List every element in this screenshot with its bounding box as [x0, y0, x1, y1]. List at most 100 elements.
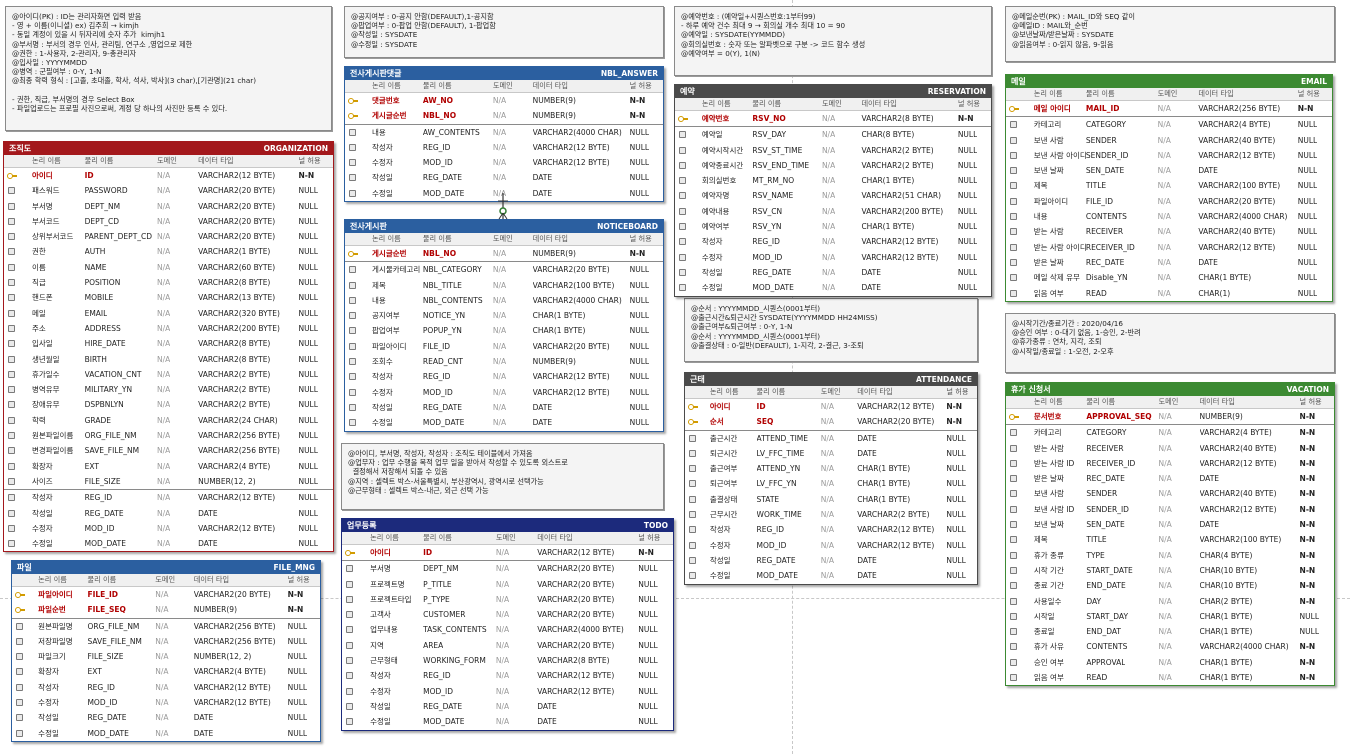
- table-row[interactable]: 메일 아이디 MAIL_ID N/A VARCHAR2(256 BYTE) N-N: [1006, 101, 1332, 116]
- table-row[interactable]: 조회수 READ_CNT N/A NUMBER(9) NULL: [345, 354, 663, 369]
- table-row[interactable]: 예약번호 RSV_NO N/A VARCHAR2(8 BYTE) N-N: [675, 111, 991, 126]
- table-row[interactable]: 이름 NAME N/A VARCHAR2(60 BYTE) NULL: [4, 260, 333, 275]
- table-row[interactable]: 예약여부 RSV_YN N/A CHAR(1 BYTE) NULL: [675, 219, 991, 234]
- table-row[interactable]: 보낸 날짜 SEN_DATE N/A DATE NULL: [1006, 163, 1332, 178]
- table-row[interactable]: 아이디 ID N/A VARCHAR2(12 BYTE) N-N: [342, 545, 673, 560]
- table-row[interactable]: 받은 날짜 REC_DATE N/A DATE N-N: [1006, 471, 1334, 486]
- table-row[interactable]: 제목 TITLE N/A VARCHAR2(100 BYTE) NULL: [1006, 178, 1332, 193]
- table-row[interactable]: 게시물카테고리 NBL_CATEGORY N/A VARCHAR2(20 BYTE) N…: [345, 261, 663, 277]
- table-row[interactable]: 작성일 REG_DATE N/A DATE NULL: [675, 265, 991, 280]
- table-row[interactable]: 내용 NBL_CONTENTS N/A VARCHAR2(4000 CHAR) NULL: [345, 293, 663, 308]
- table-row[interactable]: 공지여부 NOTICE_YN N/A CHAR(1 BYTE) NULL: [345, 308, 663, 323]
- table-row[interactable]: 확장자 EXT N/A VARCHAR2(4 BYTE) NULL: [12, 664, 320, 679]
- table-row[interactable]: 사용일수 DAY N/A CHAR(2 BYTE) N-N: [1006, 594, 1334, 609]
- table-row[interactable]: 수정일 MOD_DATE N/A DATE NULL: [685, 568, 977, 583]
- table-row[interactable]: 출근시간 ATTEND_TIME N/A DATE NULL: [685, 429, 977, 446]
- table-row[interactable]: 수정자 MOD_ID N/A VARCHAR2(12 BYTE) NULL: [345, 385, 663, 400]
- table-row[interactable]: 장애유무 DSPBNLYN N/A VARCHAR2(2 BYTE) NULL: [4, 397, 333, 412]
- table-row[interactable]: 수정일 MOD_DATE N/A DATE NULL: [345, 415, 663, 430]
- table-row[interactable]: 팝업여부 POPUP_YN N/A CHAR(1 BYTE) NULL: [345, 323, 663, 338]
- table-row[interactable]: 업무내용 TASK_CONTENTS N/A VARCHAR2(4000 BYTE) N…: [342, 622, 673, 637]
- table-row[interactable]: 수정자 MOD_ID N/A VARCHAR2(12 BYTE) NULL: [345, 155, 663, 170]
- table-row[interactable]: 보낸 사람 아이디 SENDER_ID N/A VARCHAR2(12 BYTE) NU…: [1006, 148, 1332, 163]
- table-row[interactable]: 출결상태 STATE N/A CHAR(1 BYTE) NULL: [685, 492, 977, 507]
- table-row[interactable]: 보낸 날짜 SEN_DATE N/A DATE N-N: [1006, 517, 1334, 532]
- table-row[interactable]: 파일아이디 FILE_ID N/A VARCHAR2(20 BYTE) NULL: [345, 339, 663, 354]
- table-row[interactable]: 내용 AW_CONTENTS N/A VARCHAR2(4000 CHAR) NULL: [345, 123, 663, 140]
- table-row[interactable]: 문서번호 APPROVAL_SEQ N/A NUMBER(9) N-N: [1006, 409, 1334, 424]
- table-row[interactable]: 제목 NBL_TITLE N/A VARCHAR2(100 BYTE) NULL: [345, 278, 663, 293]
- table-row[interactable]: 댓글번호 AW_NO N/A NUMBER(9) N-N: [345, 93, 663, 108]
- table-row[interactable]: 순서 SEQ N/A VARCHAR2(20 BYTE) N-N: [685, 414, 977, 429]
- entity-nbl-answer[interactable]: 전사게시판댓글 NBL_ANSWER 논리 이름 물리 이름 도메인 데이터 타입 널 허용…: [344, 66, 664, 203]
- table-row[interactable]: 시작 기간 START_DATE N/A CHAR(10 BYTE) N-N: [1006, 563, 1334, 578]
- entity-header[interactable]: 업무등록 TODO: [342, 519, 673, 532]
- table-row[interactable]: 받은 날짜 REC_DATE N/A DATE NULL: [1006, 255, 1332, 270]
- table-row[interactable]: 예약일 RSV_DAY N/A CHAR(8 BYTE) NULL: [675, 126, 991, 142]
- table-row[interactable]: 입사일 HIRE_DATE N/A VARCHAR2(8 BYTE) NULL: [4, 336, 333, 351]
- table-row[interactable]: 수정일 MOD_DATE N/A DATE NULL: [12, 726, 320, 741]
- table-row[interactable]: 부서명 DEPT_NM N/A VARCHAR2(20 BYTE) NULL: [4, 199, 333, 214]
- table-row[interactable]: 게시글순번 NBL_NO N/A NUMBER(9) N-N: [345, 246, 663, 261]
- entity-header[interactable]: 파일 FILE_MNG: [12, 561, 320, 574]
- table-row[interactable]: 메일 삭제 유무 Disable_YN N/A CHAR(1 BYTE) NULL: [1006, 270, 1332, 285]
- table-row[interactable]: 출근여부 ATTEND_YN N/A CHAR(1 BYTE) NULL: [685, 461, 977, 476]
- table-row[interactable]: 예약내용 RSV_CN N/A VARCHAR2(200 BYTE) NULL: [675, 204, 991, 219]
- table-row[interactable]: 원본파일명 ORG_FILE_NM N/A VARCHAR2(256 BYTE) NUL…: [12, 617, 320, 634]
- table-row[interactable]: 받는 사람 RECEIVER N/A VARCHAR2(40 BYTE) NULL: [1006, 224, 1332, 239]
- table-row[interactable]: 회의실번호 MT_RM_NO N/A CHAR(1 BYTE) NULL: [675, 173, 991, 188]
- table-row[interactable]: 작성자 REG_ID N/A VARCHAR2(12 BYTE) NULL: [4, 489, 333, 505]
- table-row[interactable]: 프로젝트타입 P_TYPE N/A VARCHAR2(20 BYTE) NULL: [342, 592, 673, 607]
- table-row[interactable]: 작성일 REG_DATE N/A DATE NULL: [12, 710, 320, 725]
- table-row[interactable]: 예약종료시간 RSV_END_TIME N/A VARCHAR2(2 BYTE) NUL…: [675, 158, 991, 173]
- table-row[interactable]: 작성일 REG_DATE N/A DATE NULL: [342, 699, 673, 714]
- table-row[interactable]: 작성일 REG_DATE N/A DATE NULL: [4, 506, 333, 521]
- table-row[interactable]: 휴가일수 VACATION_CNT N/A VARCHAR2(2 BYTE) NULL: [4, 367, 333, 382]
- table-row[interactable]: 아이디 ID N/A VARCHAR2(12 BYTE) N-N: [685, 399, 977, 414]
- table-row[interactable]: 파일크기 FILE_SIZE N/A NUMBER(12, 2) NULL: [12, 649, 320, 664]
- table-row[interactable]: 퇴근여부 LV_FFC_YN N/A CHAR(1 BYTE) NULL: [685, 476, 977, 491]
- table-row[interactable]: 지역 AREA N/A VARCHAR2(20 BYTE) NULL: [342, 638, 673, 653]
- table-row[interactable]: 예약자명 RSV_NAME N/A VARCHAR2(51 CHAR) NULL: [675, 188, 991, 203]
- table-row[interactable]: 고객사 CUSTOMER N/A VARCHAR2(20 BYTE) NULL: [342, 607, 673, 622]
- entity-header[interactable]: 전사게시판댓글 NBL_ANSWER: [345, 67, 663, 80]
- table-row[interactable]: 원본파일이름 ORG_FILE_NM N/A VARCHAR2(256 BYTE) NU…: [4, 428, 333, 443]
- table-row[interactable]: 메일 EMAIL N/A VARCHAR2(320 BYTE) NULL: [4, 306, 333, 321]
- table-row[interactable]: 종료 기간 END_DATE N/A CHAR(10 BYTE) N-N: [1006, 578, 1334, 593]
- table-row[interactable]: 받는 사람 아이디 RECEIVER_ID N/A VARCHAR2(12 BYTE)…: [1006, 240, 1332, 255]
- entity-todo[interactable]: 업무등록 TODO 논리 이름 물리 이름 도메인 데이터 타입 널 허용 아이디 ID N/A V…: [341, 518, 674, 731]
- table-row[interactable]: 제목 TITLE N/A VARCHAR2(100 BYTE) N-N: [1006, 532, 1334, 547]
- table-row[interactable]: 수정일 MOD_DATE N/A DATE NULL: [675, 280, 991, 295]
- table-row[interactable]: 상위부서코드 PARENT_DEPT_CD N/A VARCHAR2(20 BYTE)…: [4, 229, 333, 244]
- table-row[interactable]: 읽음 여부 READ N/A CHAR(1) NULL: [1006, 286, 1332, 301]
- table-row[interactable]: 수정일 MOD_DATE N/A DATE NULL: [4, 536, 333, 551]
- table-row[interactable]: 승인 여부 APPROVAL N/A CHAR(1 BYTE) N-N: [1006, 655, 1334, 670]
- table-row[interactable]: 수정자 MOD_ID N/A VARCHAR2(12 BYTE) NULL: [12, 695, 320, 710]
- table-row[interactable]: 저장파일명 SAVE_FILE_NM N/A VARCHAR2(256 BYTE) NU…: [12, 634, 320, 649]
- table-row[interactable]: 수정일 MOD_DATE N/A DATE NULL: [342, 714, 673, 729]
- table-row[interactable]: 핸드폰 MOBILE N/A VARCHAR2(13 BYTE) NULL: [4, 290, 333, 305]
- entity-organization[interactable]: 조직도 ORGANIZATION 논리 이름 물리 이름 도메인 데이터 타입 널 허용 아이…: [3, 141, 334, 553]
- table-row[interactable]: 생년월일 BIRTH N/A VARCHAR2(8 BYTE) NULL: [4, 352, 333, 367]
- table-row[interactable]: 카테고리 CATEGORY N/A VARCHAR2(4 BYTE) NULL: [1006, 116, 1332, 132]
- table-row[interactable]: 변경파일이름 SAVE_FILE_NM N/A VARCHAR2(256 BYTE) N…: [4, 443, 333, 458]
- table-row[interactable]: 내용 CONTENTS N/A VARCHAR2(4000 CHAR) NULL: [1006, 209, 1332, 224]
- entity-reservation[interactable]: 예약 RESERVATION 논리 이름 물리 이름 도메인 데이터 타입 널 허용 예약번호…: [674, 84, 992, 297]
- table-row[interactable]: 보낸 사람 ID SENDER_ID N/A VARCHAR2(12 BYTE) N-N: [1006, 502, 1334, 517]
- entity-email[interactable]: 메일 EMAIL 논리 이름 물리 이름 도메인 데이터 타입 널 허용 메일 아이디 MAIL…: [1005, 74, 1333, 302]
- table-row[interactable]: 작성자 REG_ID N/A VARCHAR2(12 BYTE) NULL: [345, 140, 663, 155]
- table-row[interactable]: 주소 ADDRESS N/A VARCHAR2(200 BYTE) NULL: [4, 321, 333, 336]
- table-row[interactable]: 권한 AUTH N/A VARCHAR2(1 BYTE) NULL: [4, 244, 333, 259]
- table-row[interactable]: 시작일 START_DAY N/A CHAR(1 BYTE) NULL: [1006, 609, 1334, 624]
- table-row[interactable]: 작성일 REG_DATE N/A DATE NULL: [345, 170, 663, 185]
- table-row[interactable]: 읽음 여부 READ N/A CHAR(1 BYTE) N-N: [1006, 670, 1334, 685]
- table-row[interactable]: 수정자 MOD_ID N/A VARCHAR2(12 BYTE) NULL: [4, 521, 333, 536]
- table-row[interactable]: 파일아이디 FILE_ID N/A VARCHAR2(20 BYTE) N-N: [12, 587, 320, 602]
- entity-header[interactable]: 예약 RESERVATION: [675, 85, 991, 98]
- table-row[interactable]: 작성자 REG_ID N/A VARCHAR2(12 BYTE) NULL: [685, 522, 977, 537]
- table-row[interactable]: 수정자 MOD_ID N/A VARCHAR2(12 BYTE) NULL: [685, 538, 977, 553]
- table-row[interactable]: 작성자 REG_ID N/A VARCHAR2(12 BYTE) NULL: [675, 234, 991, 249]
- entity-header[interactable]: 메일 EMAIL: [1006, 75, 1332, 88]
- table-row[interactable]: 파일순번 FILE_SEQ N/A NUMBER(9) N-N: [12, 602, 320, 617]
- table-row[interactable]: 작성자 REG_ID N/A VARCHAR2(12 BYTE) NULL: [342, 668, 673, 683]
